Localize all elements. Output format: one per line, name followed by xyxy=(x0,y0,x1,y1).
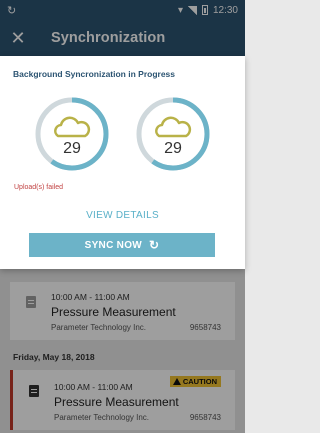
document-icon xyxy=(26,296,36,308)
date-header: Friday, May 18, 2018 xyxy=(13,352,95,362)
sync-now-button[interactable]: SYNC NOW ↻ xyxy=(29,233,215,257)
card-time: 10:00 AM - 11:00 AM xyxy=(54,382,133,392)
sync-now-label: SYNC NOW xyxy=(84,239,143,251)
close-icon[interactable]: ✕ xyxy=(0,20,36,56)
caution-label: CAUTION xyxy=(182,377,217,386)
card-company: Parameter Technology Inc. xyxy=(54,413,150,422)
status-time: 12:30 xyxy=(212,4,238,16)
battery-icon xyxy=(201,5,208,15)
upload-progress-ring: 29 xyxy=(34,96,110,172)
progress-ring-graphic xyxy=(136,97,210,171)
list-item[interactable]: 10:00 AM - 11:00 AM Pressure Measurement… xyxy=(10,370,235,430)
list-item[interactable]: 10:00 AM - 11:00 AM Pressure Measurement… xyxy=(10,282,235,340)
warning-icon xyxy=(172,378,181,385)
card-time: 10:00 AM - 11:00 AM xyxy=(51,292,130,302)
clipboard-icon xyxy=(29,385,39,397)
progress-ring-graphic xyxy=(35,97,109,171)
sync-heading: Background Syncronization in Progress xyxy=(13,69,176,79)
cell-signal-icon xyxy=(187,5,197,15)
status-bar: ↻ ▾ 12:30 xyxy=(0,0,245,20)
caution-badge: CAUTION xyxy=(169,376,221,387)
card-company: Parameter Technology Inc. xyxy=(51,323,147,332)
app-bar: ✕ Synchronization xyxy=(0,20,245,56)
card-title: Pressure Measurement xyxy=(51,305,176,319)
sync-panel: Background Syncronization in Progress 29… xyxy=(0,56,245,269)
download-progress-ring: 29 xyxy=(135,96,211,172)
wifi-icon: ▾ xyxy=(177,4,183,16)
sync-status-icon: ↻ xyxy=(7,4,17,17)
cloud-icon xyxy=(54,116,91,138)
card-id: 9658743 xyxy=(189,413,221,422)
view-details-link[interactable]: VIEW DETAILS xyxy=(0,210,245,221)
upload-count: 29 xyxy=(63,140,81,157)
upload-failed-text: Upload(s) failed xyxy=(14,184,64,191)
card-id: 9658743 xyxy=(189,323,221,332)
page-title: Synchronization xyxy=(51,30,166,46)
sync-icon: ↻ xyxy=(149,238,160,252)
download-count: 29 xyxy=(164,140,182,157)
card-title: Pressure Measurement xyxy=(54,395,179,409)
cloud-icon xyxy=(155,116,192,138)
